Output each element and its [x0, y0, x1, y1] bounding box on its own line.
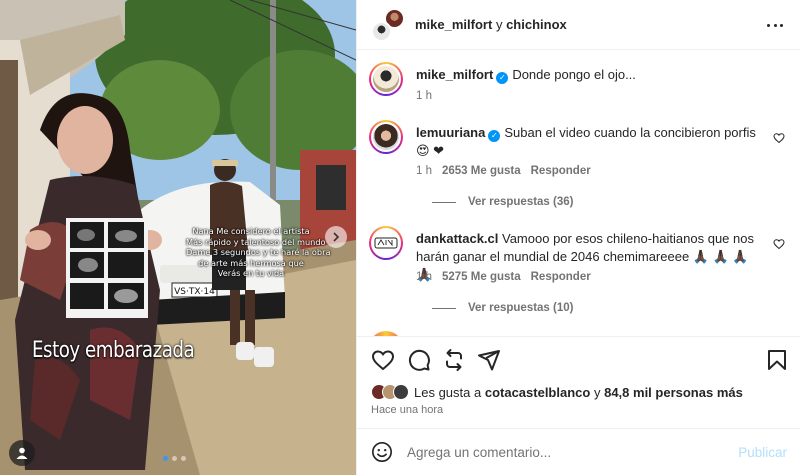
likes-middle: y [593, 384, 601, 400]
comment-meta: 1 h 5275 Me gusta Responder [416, 271, 591, 283]
chevron-right-icon [333, 232, 340, 242]
comment-username[interactable]: lemuuriana [416, 125, 485, 140]
carousel-dot [172, 456, 177, 461]
post-media[interactable]: VS·TX·14 Nana Me considero el artista Má… [0, 0, 356, 475]
comment-likes[interactable]: 5275 Me gusta [442, 271, 521, 283]
dot [767, 23, 770, 27]
post-authors: mike_milfort y chichinox [415, 17, 567, 32]
likes-prefix: Les gusta a [414, 384, 482, 400]
dot [780, 23, 783, 27]
reply-button[interactable]: Responder [531, 271, 591, 283]
verified-badge-icon: ✓ [496, 72, 509, 84]
avatar[interactable] [369, 226, 403, 260]
avatar[interactable] [371, 20, 392, 42]
comment-username[interactable]: dankattack.cl [416, 231, 498, 246]
overlay-line: de arte más hermosa que [198, 257, 304, 268]
likes-summary[interactable]: Les gusta a cotacastelblanco y 84,8 mil … [371, 384, 743, 400]
carousel-dot [181, 456, 186, 461]
comment-icon[interactable] [407, 348, 431, 372]
share-send-icon[interactable] [477, 348, 501, 372]
caption-text: Donde pongo el ojo... [512, 67, 636, 82]
media-caption-big: Estoy embarazada [32, 338, 195, 363]
overlay-line: Nana Me considero el artista [192, 226, 310, 236]
comment-time[interactable]: 1 h [416, 165, 432, 177]
media-overlay-text: Nana Me considero el artista Más rápido … [186, 226, 331, 279]
view-replies-label: Ver respuestas (36) [468, 196, 574, 208]
comment-input[interactable] [407, 444, 707, 460]
verified-badge-icon: ✓ [488, 130, 501, 142]
user-icon [16, 447, 28, 459]
caption-text-block: mike_milfort ✓ Donde pongo el ojo... [416, 66, 756, 84]
likes-count[interactable]: 84,8 mil personas más [604, 385, 743, 400]
save-bookmark-icon[interactable] [765, 348, 789, 372]
tagged-users-button[interactable] [9, 440, 35, 466]
reply-button[interactable]: Responder [531, 165, 591, 177]
comment-time[interactable]: 1 h [416, 271, 432, 283]
view-replies-button[interactable]: Ver respuestas (36) [432, 196, 573, 208]
avatar[interactable] [369, 62, 403, 96]
overlay-line: Verás en tu vida [217, 268, 285, 279]
overlay-line: Más rápido y talentoso del mundo [186, 236, 326, 247]
avatar [393, 384, 409, 400]
avatar[interactable] [369, 120, 403, 154]
carousel-dots [163, 456, 186, 461]
post-header: mike_milfort y chichinox [357, 0, 800, 50]
overlay-line: Dame 3 segundos y te haré la obra [186, 247, 331, 258]
dankattack-logo-icon [374, 237, 398, 249]
author-link[interactable]: mike_milfort [415, 17, 492, 32]
emoji-icon[interactable] [371, 441, 393, 463]
carousel-dot [163, 456, 168, 461]
post-comment-button[interactable]: Publicar [738, 445, 787, 460]
like-comment-heart-icon[interactable] [773, 238, 785, 250]
comment-username[interactable]: mike_milfort [416, 67, 493, 82]
divider [432, 201, 456, 203]
comments-list[interactable]: mike_milfort ✓ Donde pongo el ojo... 1 h l… [357, 50, 800, 336]
post-sidebar: mike_milfort y chichinox mike_milfort ✓ Do… [356, 0, 800, 475]
liker-username[interactable]: cotacastelblanco [485, 385, 591, 400]
post-actions: Les gusta a cotacastelblanco y 84,8 mil … [357, 336, 800, 428]
author-link[interactable]: chichinox [506, 17, 567, 32]
license-plate: VS·TX·14 [174, 287, 215, 297]
like-comment-heart-icon[interactable] [773, 132, 785, 144]
comment-likes[interactable]: 2653 Me gusta [442, 165, 521, 177]
view-replies-button[interactable]: Ver respuestas (10) [432, 302, 573, 314]
view-replies-label: Ver respuestas (10) [468, 302, 574, 314]
post-timestamp[interactable]: Hace una hora [371, 404, 443, 416]
likes-text: Les gusta a cotacastelblanco y 84,8 mil … [414, 385, 743, 400]
comment-time[interactable]: 1 h [416, 90, 432, 102]
comment-meta: 1 h 2653 Me gusta Responder [416, 165, 591, 177]
collab-avatars[interactable] [371, 7, 405, 42]
author-connector: y [495, 17, 503, 32]
comment-text-block: lemuuriana ✓ Suban el video cuando la conc… [416, 124, 756, 160]
more-options-button[interactable] [767, 15, 783, 35]
carousel-next-button[interactable] [325, 226, 347, 248]
like-heart-icon[interactable] [371, 348, 395, 372]
comment-meta: 1 h [416, 90, 432, 102]
repost-icon[interactable] [442, 348, 466, 372]
divider [432, 307, 456, 309]
comment-composer: Publicar [357, 428, 800, 475]
dot [773, 23, 777, 27]
